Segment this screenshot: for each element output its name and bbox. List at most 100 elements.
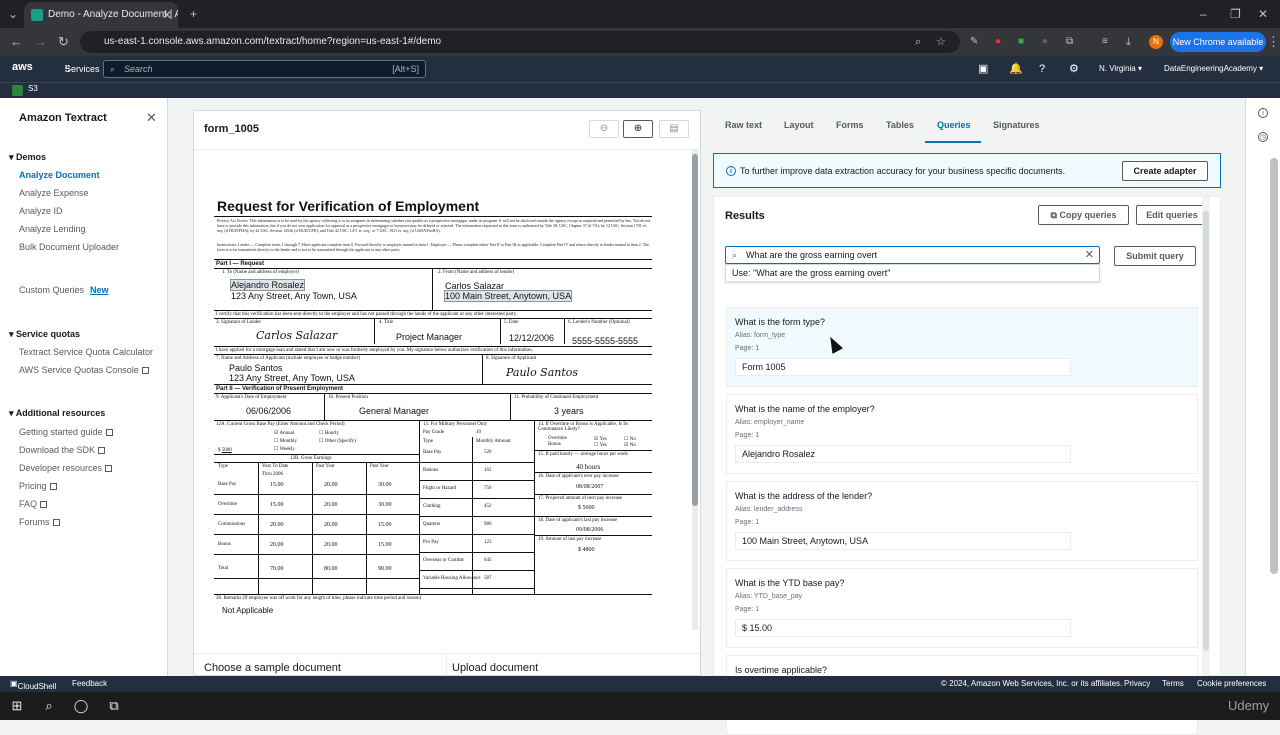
- extension-pen-icon[interactable]: ✎: [970, 28, 978, 56]
- account-menu[interactable]: DataEngineeringAcademy ▾: [1164, 56, 1263, 82]
- query-answer[interactable]: Form 1005: [735, 358, 1071, 376]
- nav-custom-queries[interactable]: Custom Queries New: [19, 285, 109, 295]
- nav-analyze-expense[interactable]: Analyze Expense: [19, 188, 89, 198]
- nav-faq[interactable]: FAQ: [19, 499, 48, 509]
- additional-resources-section-header[interactable]: ▾ Additional resources: [9, 408, 105, 419]
- zoom-in-button[interactable]: ⊕: [623, 120, 653, 138]
- nav-service-quotas-console[interactable]: AWS Service Quotas Console: [19, 365, 149, 375]
- page-scrollbar[interactable]: [1270, 158, 1278, 574]
- monthly-checkbox[interactable]: ☐ Monthly: [274, 438, 297, 444]
- taskbar-search-icon[interactable]: ⌕: [41, 698, 57, 714]
- tab-forms[interactable]: Forms: [836, 120, 864, 130]
- new-tab-icon[interactable]: +: [190, 0, 197, 28]
- help-icon[interactable]: ?: [1039, 56, 1045, 82]
- address-bar[interactable]: us-east-1.console.aws.amazon.com/textrac…: [80, 31, 960, 53]
- zoom-icon[interactable]: ⌕: [915, 28, 921, 56]
- annual-checkbox[interactable]: ☑ Annual: [274, 430, 294, 436]
- chrome-taskbar-icon[interactable]: ◯: [73, 698, 89, 714]
- query-result-card[interactable]: What is the name of the employer? Alias: …: [726, 394, 1198, 474]
- nav-getting-started[interactable]: Getting started guide: [19, 427, 113, 437]
- choose-sample-document[interactable]: Choose a sample document: [204, 662, 341, 674]
- extension-k-icon[interactable]: ■: [1018, 28, 1024, 56]
- nav-analyze-document[interactable]: Analyze Document: [19, 170, 100, 180]
- s3-favorite-link[interactable]: S3: [28, 84, 38, 93]
- hourly-checkbox[interactable]: ☐ Hourly: [319, 430, 339, 436]
- back-icon[interactable]: ←: [10, 28, 23, 56]
- query-input[interactable]: ⌕ What are the gross earning overt ✕: [725, 246, 1100, 264]
- tab-layout[interactable]: Layout: [784, 120, 814, 130]
- weekly-checkbox[interactable]: ☐ Weekly: [274, 446, 295, 452]
- nav-pricing[interactable]: Pricing: [19, 481, 57, 491]
- extension-gray-icon[interactable]: ●: [1042, 28, 1048, 56]
- feedback-link[interactable]: Feedback: [72, 679, 107, 688]
- minimize-icon[interactable]: –: [1200, 0, 1207, 28]
- tab-signatures[interactable]: Signatures: [993, 120, 1040, 130]
- other-checkbox[interactable]: ☐ Other (Specify): [319, 438, 356, 444]
- notifications-bell-icon[interactable]: 🔔: [1009, 56, 1023, 82]
- clear-input-icon[interactable]: ✕: [1085, 247, 1094, 263]
- bookmark-star-icon[interactable]: ☆: [936, 28, 946, 56]
- aws-search-input[interactable]: ⌕ Search [Alt+S]: [103, 60, 426, 78]
- query-answer[interactable]: $ 15.00: [735, 619, 1071, 637]
- tab-queries[interactable]: Queries: [937, 120, 971, 130]
- bonus-no-checkbox[interactable]: ☑ No: [624, 442, 636, 448]
- create-adapter-button[interactable]: Create adapter: [1122, 161, 1208, 181]
- tab-search-icon[interactable]: ⌄: [8, 0, 18, 28]
- info-panel-icon[interactable]: i: [1258, 108, 1268, 118]
- nav-quota-calculator[interactable]: Textract Service Quota Calculator: [19, 347, 153, 357]
- reload-icon[interactable]: ↻: [58, 28, 69, 56]
- profile-avatar[interactable]: N: [1149, 35, 1163, 49]
- upload-document[interactable]: Upload document: [452, 662, 538, 674]
- query-result-card[interactable]: What is the address of the lender? Alias:…: [726, 481, 1198, 561]
- nav-analyze-lending[interactable]: Analyze Lending: [19, 224, 86, 234]
- extension-red-icon[interactable]: ●: [995, 28, 1001, 56]
- download-icon[interactable]: ⤓: [1126, 28, 1131, 56]
- close-tab-icon[interactable]: ✕: [162, 2, 172, 28]
- chrome-menu-icon[interactable]: ⋮: [1267, 28, 1280, 56]
- demos-section-header[interactable]: ▾ Demos: [9, 152, 46, 163]
- nav-developer-resources[interactable]: Developer resources: [19, 463, 113, 473]
- nav-forums[interactable]: Forums: [19, 517, 60, 527]
- task-view-icon[interactable]: ⧉: [106, 698, 122, 714]
- reading-list-icon[interactable]: ≡: [1102, 28, 1108, 56]
- cloudshell-link[interactable]: ▣ CloudShell: [10, 679, 56, 691]
- forward-icon[interactable]: →: [34, 28, 47, 56]
- terms-link[interactable]: Terms: [1162, 679, 1184, 688]
- tab-raw-text[interactable]: Raw text: [725, 120, 762, 130]
- windows-start-icon[interactable]: ⊞: [9, 698, 25, 714]
- privacy-link[interactable]: Privacy: [1124, 679, 1150, 688]
- document-vertical-scrollbar[interactable]: [692, 150, 698, 630]
- submit-query-button[interactable]: Submit query: [1114, 246, 1196, 266]
- s3-service-icon[interactable]: [12, 85, 23, 96]
- query-suggestion[interactable]: Use: "What are the gross earning overt": [725, 264, 1100, 282]
- history-icon[interactable]: ◷: [1258, 132, 1268, 142]
- settings-gear-icon[interactable]: ⚙: [1069, 56, 1079, 82]
- document-canvas[interactable]: Request for Verification of Employment P…: [194, 149, 700, 639]
- close-window-icon[interactable]: ✕: [1258, 0, 1268, 28]
- query-result-card[interactable]: What is the YTD base pay? Alias: YTD_base…: [726, 568, 1198, 648]
- cloudshell-icon[interactable]: ▣: [978, 56, 988, 82]
- close-sidenav-icon[interactable]: ✕: [146, 110, 157, 126]
- services-menu[interactable]: Services: [65, 56, 100, 82]
- query-answer[interactable]: 100 Main Street, Anytown, USA: [735, 532, 1071, 550]
- copy-queries-button[interactable]: ⧉ Copy queries: [1038, 205, 1129, 225]
- nav-analyze-id[interactable]: Analyze ID: [19, 206, 63, 216]
- maximize-icon[interactable]: ❐: [1230, 0, 1241, 28]
- service-quotas-section-header[interactable]: ▾ Service quotas: [9, 329, 80, 340]
- query-result-card[interactable]: What is the form type? Alias: form_type Pa…: [726, 307, 1198, 387]
- query-answer[interactable]: Alejandro Rosalez: [735, 445, 1071, 463]
- edit-queries-button[interactable]: Edit queries: [1136, 205, 1208, 225]
- region-selector[interactable]: N. Virginia ▾: [1099, 56, 1142, 82]
- cookie-preferences-link[interactable]: Cookie preferences: [1197, 679, 1266, 688]
- browser-tab[interactable]: Demo - Analyze Document | Am ✕: [24, 2, 178, 28]
- nav-bulk-document-uploader[interactable]: Bulk Document Uploader: [19, 242, 119, 252]
- fit-page-button[interactable]: ▤: [659, 120, 689, 138]
- aws-logo[interactable]: aws: [12, 61, 33, 73]
- tab-tables[interactable]: Tables: [886, 120, 914, 130]
- zoom-out-button[interactable]: ⊖: [589, 120, 619, 138]
- extensions-puzzle-icon[interactable]: ⧉: [1066, 28, 1073, 56]
- new-chrome-available-button[interactable]: New Chrome available: [1170, 32, 1266, 52]
- bonus-yes-checkbox[interactable]: ☐ Yes: [594, 442, 607, 448]
- nav-download-sdk[interactable]: Download the SDK: [19, 445, 106, 455]
- results-scrollbar[interactable]: [1202, 197, 1210, 677]
